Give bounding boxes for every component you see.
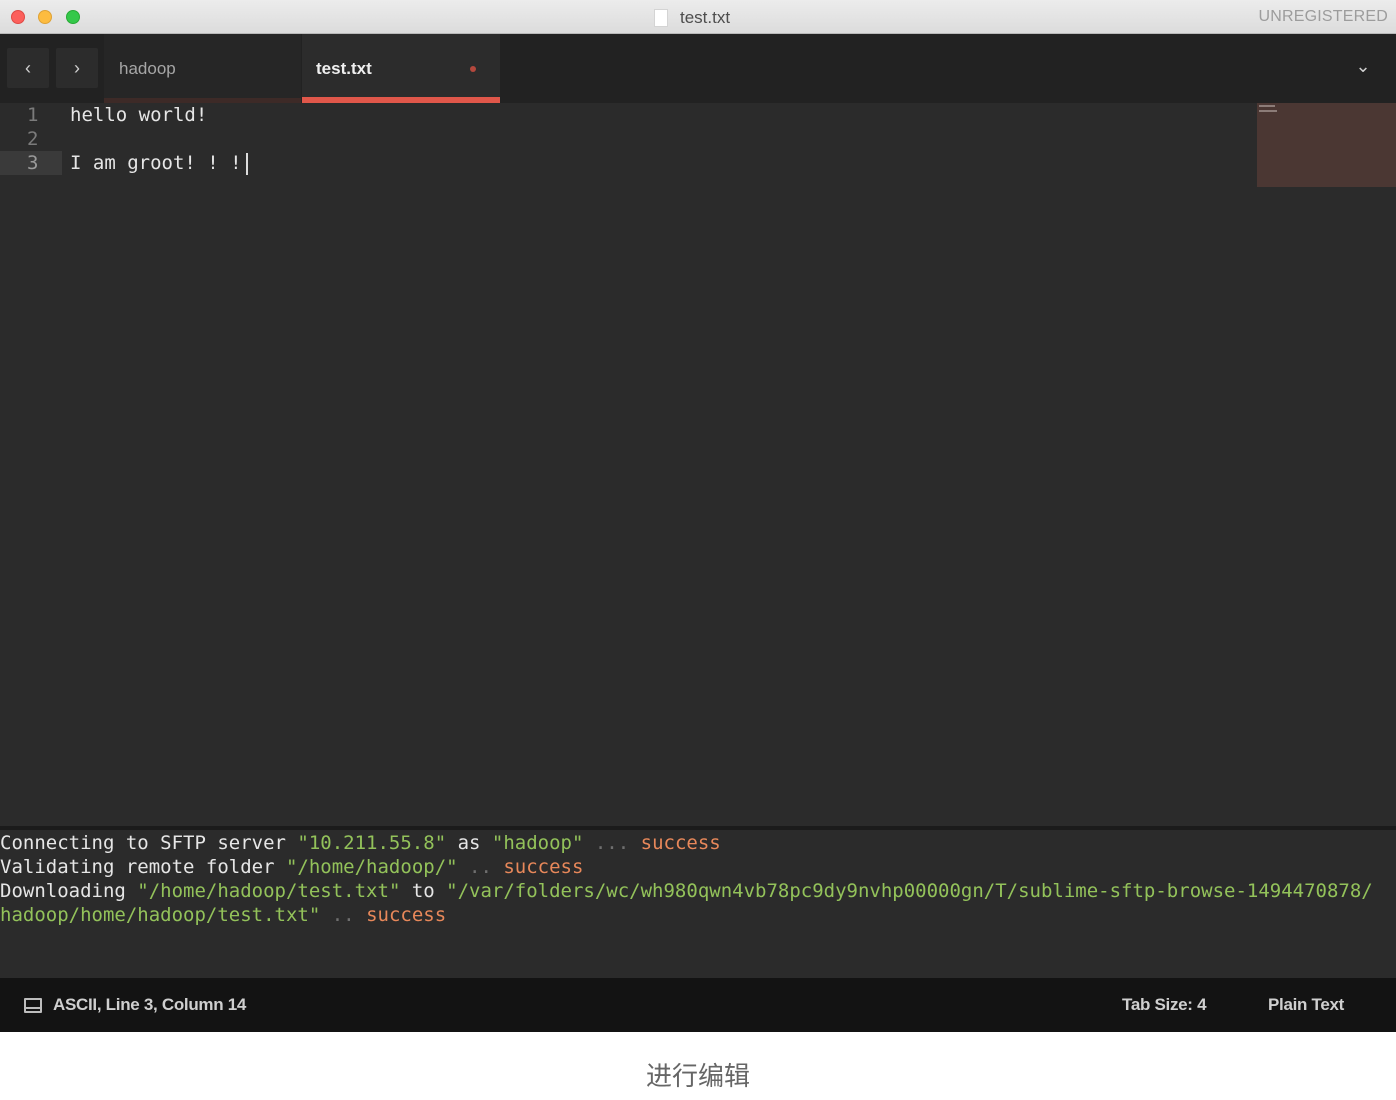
chevron-down-icon: ⌄	[1355, 56, 1371, 76]
back-button[interactable]: ‹	[7, 48, 49, 88]
window-title-group: test.txt	[654, 7, 730, 29]
tab-bar: ‹ › hadoop test.txt ⌄	[0, 34, 1396, 103]
output-line: Validating remote folder "/home/hadoop/"…	[0, 855, 583, 879]
tab-test-txt[interactable]: test.txt	[302, 34, 500, 103]
tab-hadoop[interactable]: hadoop	[104, 34, 301, 103]
status-bar: ASCII, Line 3, Column 14 Tab Size: 4 Pla…	[0, 978, 1396, 1032]
panel-toggle-icon[interactable]	[24, 998, 42, 1013]
unsaved-indicator-icon[interactable]	[470, 66, 476, 72]
maximize-window-button[interactable]	[66, 10, 80, 24]
minimize-window-button[interactable]	[38, 10, 52, 24]
minimap-line	[1259, 110, 1277, 112]
line-number-gutter: 1 2 3	[0, 103, 62, 827]
code-line-current[interactable]: I am groot! ! !	[70, 151, 248, 175]
forward-button[interactable]: ›	[56, 48, 98, 88]
cursor-position-status: ASCII, Line 3, Column 14	[53, 995, 247, 1014]
text-editor[interactable]: 1 2 3 hello world! I am groot! ! !	[0, 103, 1396, 827]
output-success: success	[640, 832, 721, 854]
unregistered-label: UNREGISTERED	[1258, 8, 1388, 25]
output-ellipsis: ...	[583, 832, 641, 854]
chevron-left-icon: ‹	[25, 57, 31, 78]
output-string: "/var/folders/wc/wh980qwn4vb78pc9dy9nvhp…	[446, 880, 1373, 902]
output-string: hadoop/home/hadoop/test.txt"	[0, 904, 321, 926]
line-number: 1	[27, 104, 39, 126]
output-text: Connecting to SFTP server	[0, 832, 298, 854]
code-line[interactable]: hello world!	[70, 103, 207, 127]
tab-label: hadoop	[119, 58, 176, 78]
editor-window: test.txt UNREGISTERED ‹ › hadoop test.tx…	[0, 0, 1396, 1032]
image-caption: 进行编辑	[645, 1062, 750, 1092]
output-string: "hadoop"	[491, 832, 584, 854]
output-string: "/home/hadoop/"	[285, 856, 458, 878]
line-number: 2	[27, 128, 39, 150]
minimap[interactable]	[1257, 103, 1396, 187]
output-string: "/home/hadoop/test.txt"	[137, 880, 401, 902]
output-text: to	[400, 880, 447, 902]
tab-size-status[interactable]: Tab Size: 4	[1122, 995, 1207, 1015]
line-number-current: 3	[0, 151, 62, 175]
minimap-line	[1259, 105, 1275, 107]
code-line-text: I am groot! ! !	[70, 152, 242, 174]
syntax-status[interactable]: Plain Text	[1268, 995, 1344, 1015]
title-bar: test.txt UNREGISTERED	[0, 0, 1396, 34]
output-line: Downloading "/home/hadoop/test.txt" to "…	[0, 879, 1373, 903]
window-title: test.txt	[680, 8, 731, 27]
close-window-button[interactable]	[11, 10, 25, 24]
output-success: success	[366, 904, 447, 926]
chevron-right-icon: ›	[74, 57, 80, 78]
tab-label: test.txt	[316, 58, 372, 78]
output-panel: Connecting to SFTP server "10.211.55.8" …	[0, 830, 1396, 978]
output-string: "10.211.55.8"	[297, 832, 447, 854]
text-cursor	[245, 152, 248, 175]
output-success: success	[503, 856, 584, 878]
output-ellipsis: ..	[457, 856, 504, 878]
output-text: Downloading	[0, 880, 138, 902]
output-ellipsis: ..	[320, 904, 367, 926]
output-line: Connecting to SFTP server "10.211.55.8" …	[0, 831, 721, 855]
tab-list-dropdown-button[interactable]: ⌄	[1352, 56, 1374, 77]
output-line: hadoop/home/hadoop/test.txt" .. success	[0, 903, 446, 927]
output-text: as	[446, 832, 492, 854]
document-icon	[654, 9, 668, 27]
output-text: Validating remote folder	[0, 856, 286, 878]
